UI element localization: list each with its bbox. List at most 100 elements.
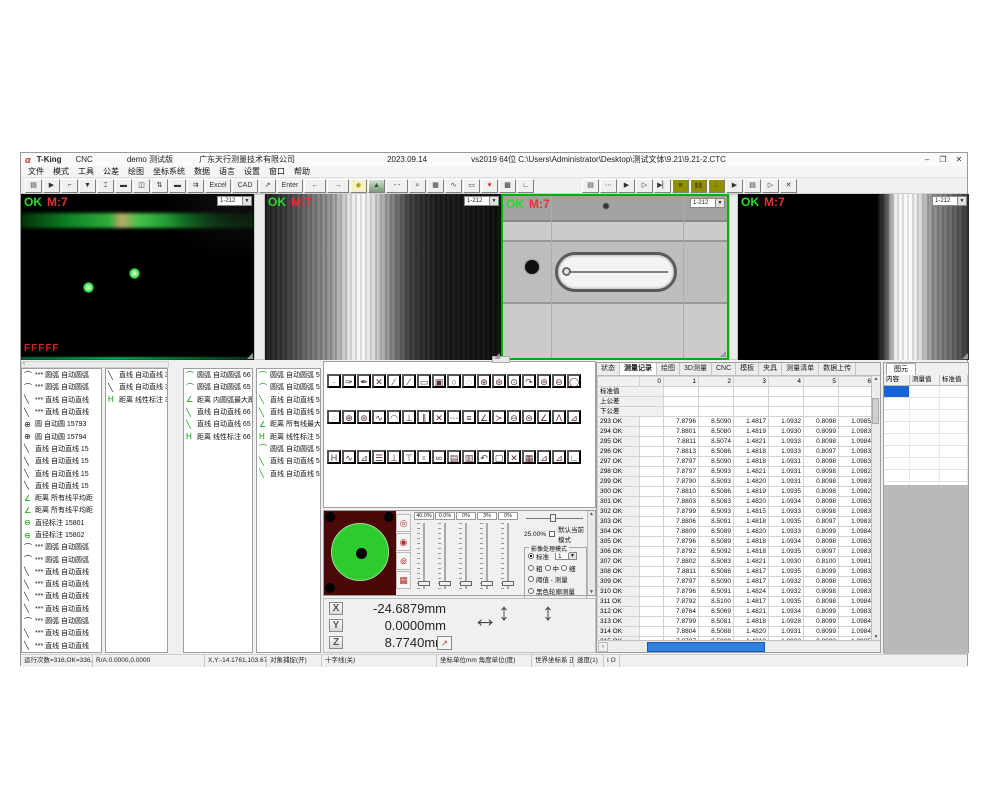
measure-tool-button[interactable]: ∠ — [477, 410, 491, 424]
list-item[interactable]: ╲ 直线 自动直线 55 — [257, 406, 320, 418]
toolbar-button[interactable]: ▬ — [169, 179, 186, 193]
xy-jog-arrow-icon[interactable]: ↔ — [472, 603, 498, 634]
resize-grip-icon[interactable]: ◢ — [962, 351, 968, 360]
element-row[interactable] — [884, 470, 968, 482]
menu-item[interactable]: 模式 — [53, 166, 69, 177]
tab-drawing[interactable]: 绘图 — [657, 363, 680, 375]
list-item[interactable]: ⌒ *** 圆弧 自动圆弧 — [22, 541, 101, 553]
toolbar-button[interactable]: ▷ — [636, 179, 653, 193]
toolbar-button[interactable]: ⋯ — [600, 179, 617, 193]
measure-tool-button[interactable]: ⊿ — [567, 410, 581, 424]
list-item[interactable]: ╲ 直线 自动直线 55 — [257, 467, 320, 479]
toolbar-button[interactable]: ▶▏ — [654, 179, 671, 193]
tab-cnc[interactable]: CNC — [712, 363, 736, 375]
list-item[interactable]: H 距离 线性标注 66 — [184, 430, 252, 442]
list-item[interactable]: ╲ 直线 自动直线 65 — [184, 418, 252, 430]
goto-origin-button[interactable]: ↗ — [437, 636, 452, 650]
table-row[interactable]: 303 OK 7.8806 8.5091 1.4818 1.0935 0.809… — [598, 517, 872, 527]
construct-tool-button[interactable]: ⊿ — [537, 450, 551, 464]
dropdown-arrow-icon[interactable]: ▼ — [489, 197, 498, 205]
measure-tool-button[interactable]: ⊕ — [342, 410, 356, 424]
table-row[interactable]: 309 OK 7.8797 8.5090 1.4817 1.0932 0.809… — [598, 577, 872, 587]
table-row[interactable]: 304 OK 7.8809 8.5089 1.4820 1.0933 0.809… — [598, 527, 872, 537]
tab-measure-list[interactable]: 测量清单 — [782, 363, 819, 375]
toolbar-button[interactable]: ⌶ — [97, 179, 114, 193]
toolbar-button[interactable]: ▭ — [463, 179, 480, 193]
light-slider[interactable]: 0% — [456, 511, 477, 595]
grid-horizontal-scrollbar[interactable]: ‹ — [597, 640, 880, 652]
list-item[interactable]: ╲ *** 直线 自动直线 — [22, 640, 101, 652]
toolbar-button[interactable]: ∿ — [445, 179, 462, 193]
panel-scrollbar[interactable]: ▲▼ — [587, 511, 595, 595]
light-ring-control[interactable] — [324, 511, 396, 595]
construct-tool-button[interactable]: ↶ — [477, 450, 491, 464]
construct-tool-button[interactable]: ∟ — [567, 450, 581, 464]
list-item[interactable]: ⊕ 圆 自动圆 15793 — [22, 418, 101, 430]
slider-thumb[interactable] — [418, 581, 430, 586]
camera-select-dropdown[interactable]: 1-212▼ — [217, 196, 252, 206]
table-row[interactable]: 295 OK 7.8811 8.5074 1.4821 1.0933 0.809… — [598, 437, 872, 447]
camera-view-4[interactable]: OK M:7 1-212▼ ◢ — [738, 194, 969, 360]
construct-tool-button[interactable]: ⊥ — [387, 450, 401, 464]
list-item[interactable]: ╲ 直线 自动直线 66 — [184, 406, 252, 418]
list-item[interactable]: ╲ *** 直线 自动直线 — [22, 627, 101, 639]
toolbar-button[interactable]: ∟ — [517, 179, 534, 193]
list-item[interactable]: ╲ 直线 自动直线 34 — [106, 381, 167, 393]
measure-tool-button[interactable]: Λ — [552, 410, 566, 424]
table-row[interactable]: 314 OK 7.8804 8.5088 1.4820 1.0931 0.809… — [598, 627, 872, 637]
measure-tool-button[interactable]: ⊜ — [522, 410, 536, 424]
construct-tool-button[interactable]: ∞ — [432, 450, 446, 464]
measure-tool-button[interactable]: ◌ — [327, 410, 341, 424]
slider-thumb[interactable] — [550, 514, 556, 522]
list-item[interactable]: H 距离 线性标注 55 — [257, 430, 320, 442]
toolbar-button[interactable]: ⌐ — [61, 179, 78, 193]
toolbar-button[interactable]: ▶ — [43, 179, 60, 193]
table-row[interactable]: 302 OK 7.8799 8.5093 1.4815 1.0933 0.809… — [598, 507, 872, 517]
measure-tool-button[interactable]: ⊛ — [357, 410, 371, 424]
measure-tool-button[interactable]: ⋯ — [447, 410, 461, 424]
table-row[interactable]: 313 OK 7.8799 8.5081 1.4818 1.0928 0.809… — [598, 617, 872, 627]
toolbar-button[interactable]: ▤ — [25, 179, 42, 193]
element-row[interactable] — [884, 422, 968, 434]
tab-data-upload[interactable]: 数据上传 — [819, 363, 856, 375]
dropdown-arrow-icon[interactable]: ▼ — [715, 199, 724, 207]
menu-item[interactable]: 绘图 — [128, 166, 144, 177]
toolbar-button[interactable]: ▩ — [499, 179, 516, 193]
tab-3d-measure[interactable]: 3D测量 — [680, 363, 712, 375]
measure-tool-button[interactable]: ◠ — [387, 410, 401, 424]
list-item[interactable]: ╲ 直线 自动直线 15 — [22, 455, 101, 467]
measure-tool-button[interactable]: ✑ — [342, 374, 356, 388]
light-slider[interactable]: 40.0% — [414, 511, 435, 595]
table-row[interactable]: 293 OK 7.8796 8.5090 1.4817 1.0932 0.809… — [598, 417, 872, 427]
measure-tool-button[interactable]: ⊜ — [537, 374, 551, 388]
camera-select-dropdown[interactable]: 1-212▼ — [690, 198, 725, 208]
toolbar-button[interactable]: ⊥ — [708, 179, 725, 193]
measure-tool-button[interactable]: · — [327, 374, 341, 388]
table-row[interactable]: 299 OK 7.8790 8.5093 1.4820 1.0931 0.809… — [598, 477, 872, 487]
menu-item[interactable]: 坐标系统 — [153, 166, 185, 177]
resize-grip-icon[interactable]: ◢ — [247, 351, 253, 360]
measure-tool-button[interactable]: ⊖ — [552, 374, 566, 388]
resize-grip-icon[interactable]: ◢ — [494, 351, 500, 360]
toolbar-button[interactable]: ⇉ — [187, 179, 204, 193]
list-item[interactable]: ∠ 距离 所有线最大距 — [257, 418, 320, 430]
list-item[interactable]: ╲ *** 直线 自动直线 — [22, 406, 101, 418]
measure-tool-button[interactable]: ⊕ — [477, 374, 491, 388]
toolbar-button[interactable]: ◫ — [133, 179, 150, 193]
toolbar-button[interactable]: ⇅ — [151, 179, 168, 193]
scrollbar-thumb[interactable] — [872, 398, 879, 424]
toolbar-button[interactable]: → — [327, 179, 349, 193]
camera-select-dropdown[interactable]: 1-212▼ — [464, 196, 499, 206]
list-item[interactable]: ⌒ 圆弧 自动圆弧 55 — [257, 381, 320, 393]
tab-element[interactable]: 图元 — [886, 363, 916, 375]
dropdown-arrow-icon[interactable]: ▼ — [957, 197, 966, 205]
toolbar-button[interactable]: Excel — [205, 179, 231, 193]
measure-tool-button[interactable]: ⊥ — [402, 410, 416, 424]
camera-select-dropdown[interactable]: 1-212▼ — [932, 196, 967, 206]
measure-tool-button[interactable]: ∠ — [537, 410, 551, 424]
camera-view-3-selected[interactable]: OK M:7 1-212▼ ◢ — [501, 194, 729, 360]
construct-tool-button[interactable]: ∿ — [342, 450, 356, 464]
table-row[interactable]: 297 OK 7.8797 8.5090 1.4818 1.0931 0.809… — [598, 457, 872, 467]
slider-thumb[interactable] — [439, 581, 451, 586]
table-row[interactable]: 311 OK 7.8792 8.5100 1.4817 1.0935 0.809… — [598, 597, 872, 607]
